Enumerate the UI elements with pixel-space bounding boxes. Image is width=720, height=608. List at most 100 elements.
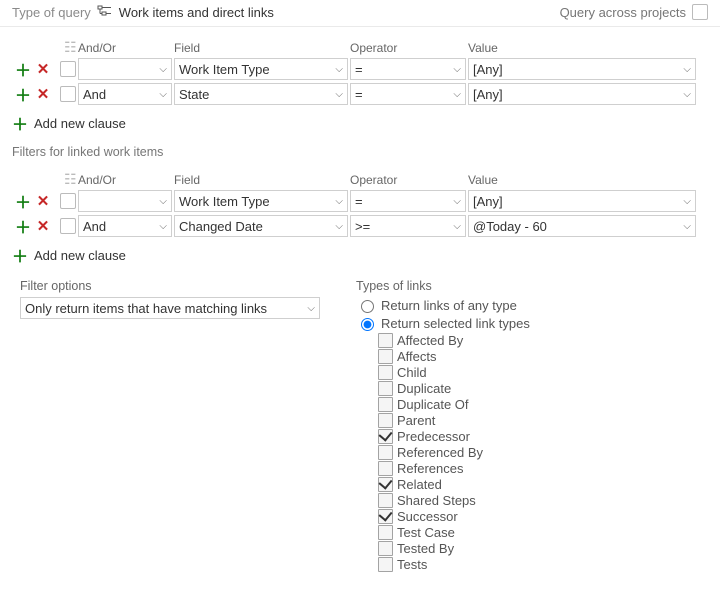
insert-clause-button[interactable]: ＋ xyxy=(14,192,32,210)
link-type-label: Tested By xyxy=(397,541,454,556)
filter-options-select[interactable]: Only return items that have matching lin… xyxy=(20,297,320,319)
row-checkbox[interactable] xyxy=(60,61,76,77)
chevron-down-icon: ⌵ xyxy=(681,64,693,75)
link-type-checkbox[interactable] xyxy=(378,541,393,556)
link-type-row[interactable]: Affected By xyxy=(378,333,708,348)
operator-select[interactable]: = ⌵ xyxy=(350,58,466,80)
linked-section-label: Filters for linked work items xyxy=(12,145,720,159)
link-option-selected-label: Return selected link types xyxy=(381,316,530,331)
filter-options-value: Only return items that have matching lin… xyxy=(25,301,267,316)
add-clause-label: Add new clause xyxy=(34,248,126,263)
chevron-down-icon: ⌵ xyxy=(451,221,463,232)
link-type-row[interactable]: Tests xyxy=(378,557,708,572)
operator-select[interactable]: = ⌵ xyxy=(350,190,466,212)
link-type-row[interactable]: Related xyxy=(378,477,708,492)
row-checkbox[interactable] xyxy=(60,86,76,102)
link-type-label: Test Case xyxy=(397,525,455,540)
value-select[interactable]: [Any] ⌵ xyxy=(468,58,696,80)
link-type-row[interactable]: Tested By xyxy=(378,541,708,556)
chevron-down-icon: ⌵ xyxy=(333,89,345,100)
field-select[interactable]: State ⌵ xyxy=(174,83,348,105)
operator-select[interactable]: = ⌵ xyxy=(350,83,466,105)
field-select[interactable]: Work Item Type ⌵ xyxy=(174,190,348,212)
link-type-row[interactable]: Child xyxy=(378,365,708,380)
cross-projects-checkbox[interactable] xyxy=(692,4,708,20)
link-type-row[interactable]: Test Case xyxy=(378,525,708,540)
link-type-row[interactable]: Parent xyxy=(378,413,708,428)
andor-select[interactable]: ⌵ xyxy=(78,190,172,212)
link-type-checkbox[interactable] xyxy=(378,525,393,540)
tree-icon: ☷ xyxy=(64,39,77,56)
link-type-checkbox[interactable] xyxy=(378,493,393,508)
value-select[interactable]: [Any] ⌵ xyxy=(468,190,696,212)
link-type-row[interactable]: Shared Steps xyxy=(378,493,708,508)
chevron-down-icon: ⌵ xyxy=(681,89,693,100)
link-type-checkbox[interactable] xyxy=(378,349,393,364)
remove-clause-button[interactable]: ✕ xyxy=(34,60,52,78)
remove-clause-button[interactable]: ✕ xyxy=(34,85,52,103)
link-type-row[interactable]: Duplicate Of xyxy=(378,397,708,412)
link-type-row[interactable]: Duplicate xyxy=(378,381,708,396)
col-andor: And/Or xyxy=(78,173,174,187)
chevron-down-icon: ⌵ xyxy=(681,196,693,207)
link-type-checkbox[interactable] xyxy=(378,413,393,428)
insert-clause-button[interactable]: ＋ xyxy=(14,217,32,235)
clause-row: ＋ ✕ And ⌵ State ⌵ = ⌵ [Any] ⌵ xyxy=(12,83,708,105)
types-of-links-label: Types of links xyxy=(356,279,708,293)
andor-select[interactable]: And ⌵ xyxy=(78,83,172,105)
link-type-checkbox[interactable] xyxy=(378,429,393,444)
radio-selected[interactable] xyxy=(361,318,374,331)
row-checkbox[interactable] xyxy=(60,193,76,209)
link-option-selected[interactable]: Return selected link types xyxy=(356,315,708,331)
link-type-row[interactable]: References xyxy=(378,461,708,476)
value-select[interactable]: [Any] ⌵ xyxy=(468,83,696,105)
row-checkbox[interactable] xyxy=(60,218,76,234)
operator-select[interactable]: >= ⌵ xyxy=(350,215,466,237)
query-type-label: Type of query xyxy=(12,5,91,20)
link-type-checkbox[interactable] xyxy=(378,445,393,460)
link-type-label: Affects xyxy=(397,349,437,364)
tree-icon: ☷ xyxy=(64,171,77,188)
link-type-label: Referenced By xyxy=(397,445,483,460)
link-option-any[interactable]: Return links of any type xyxy=(356,297,708,313)
field-select[interactable]: Changed Date ⌵ xyxy=(174,215,348,237)
remove-clause-button[interactable]: ✕ xyxy=(34,192,52,210)
add-clause-button-linked[interactable]: ＋ Add new clause xyxy=(12,243,720,267)
chevron-down-icon: ⌵ xyxy=(305,303,317,314)
plus-icon: ＋ xyxy=(12,111,28,135)
col-value: Value xyxy=(468,41,698,55)
link-type-checkbox[interactable] xyxy=(378,477,393,492)
link-type-label: Child xyxy=(397,365,427,380)
chevron-down-icon: ⌵ xyxy=(451,196,463,207)
col-value: Value xyxy=(468,173,698,187)
insert-clause-button[interactable]: ＋ xyxy=(14,85,32,103)
andor-select[interactable]: ⌵ xyxy=(78,58,172,80)
add-clause-button-top[interactable]: ＋ Add new clause xyxy=(12,111,720,135)
insert-clause-button[interactable]: ＋ xyxy=(14,60,32,78)
link-type-row[interactable]: Successor xyxy=(378,509,708,524)
link-type-row[interactable]: Affects xyxy=(378,349,708,364)
link-type-label: Successor xyxy=(397,509,458,524)
link-type-checkbox[interactable] xyxy=(378,365,393,380)
remove-clause-button[interactable]: ✕ xyxy=(34,217,52,235)
field-select[interactable]: Work Item Type ⌵ xyxy=(174,58,348,80)
chevron-down-icon: ⌵ xyxy=(157,64,169,75)
link-type-checkbox[interactable] xyxy=(378,461,393,476)
chevron-down-icon: ⌵ xyxy=(333,221,345,232)
link-type-checkbox[interactable] xyxy=(378,557,393,572)
add-clause-label: Add new clause xyxy=(34,116,126,131)
link-type-checkbox[interactable] xyxy=(378,381,393,396)
link-type-checkbox[interactable] xyxy=(378,333,393,348)
link-type-checkbox[interactable] xyxy=(378,397,393,412)
radio-any[interactable] xyxy=(361,300,374,313)
link-type-row[interactable]: Referenced By xyxy=(378,445,708,460)
filter-options-label: Filter options xyxy=(20,279,320,293)
link-type-label: References xyxy=(397,461,463,476)
link-option-any-label: Return links of any type xyxy=(381,298,517,313)
link-type-row[interactable]: Predecessor xyxy=(378,429,708,444)
link-type-label: Duplicate xyxy=(397,381,451,396)
link-type-checkbox[interactable] xyxy=(378,509,393,524)
link-type-label: Predecessor xyxy=(397,429,470,444)
value-select[interactable]: @Today - 60 ⌵ xyxy=(468,215,696,237)
andor-select[interactable]: And ⌵ xyxy=(78,215,172,237)
